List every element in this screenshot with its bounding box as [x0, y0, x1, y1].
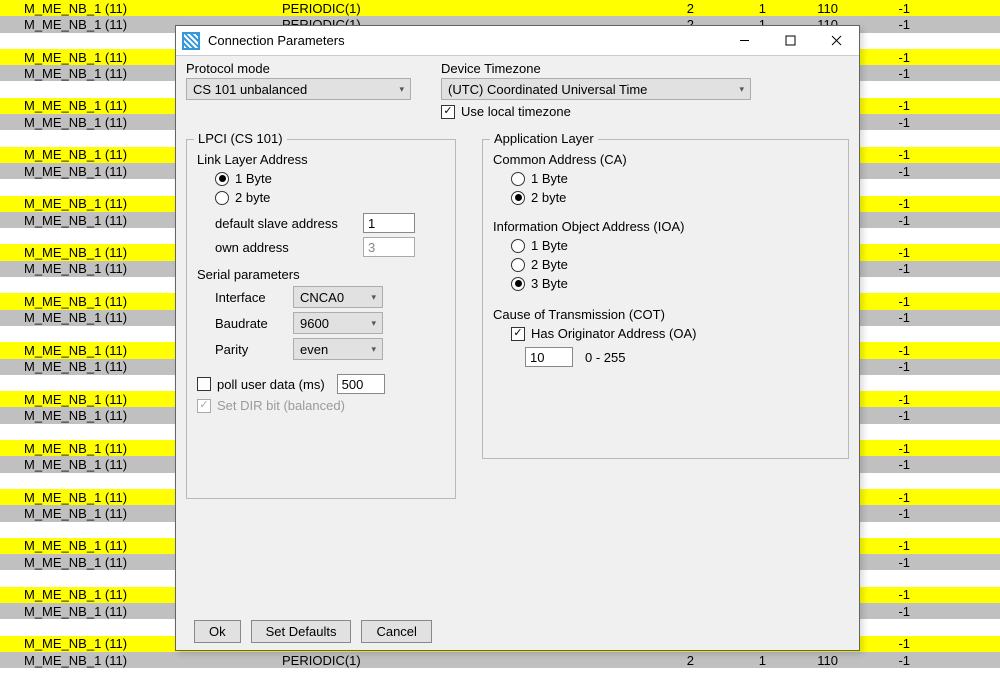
timezone-label: Device Timezone — [441, 61, 849, 76]
baudrate-label: Baudrate — [215, 316, 285, 331]
chevron-down-icon: ▾ — [371, 344, 376, 355]
set-dir-bit-label: Set DIR bit (balanced) — [217, 398, 345, 413]
set-dir-bit-checkbox — [197, 399, 211, 413]
dialog-title: Connection Parameters — [208, 33, 345, 48]
app-icon — [182, 32, 200, 50]
ca-title: Common Address (CA) — [493, 152, 838, 167]
titlebar: Connection Parameters — [176, 26, 859, 56]
ca-1byte-radio[interactable] — [511, 172, 525, 186]
own-address-input — [363, 237, 415, 257]
link-layer-2byte-label: 2 byte — [235, 190, 270, 205]
chevron-down-icon: ▾ — [399, 84, 404, 95]
ca-2byte-radio[interactable] — [511, 191, 525, 205]
dialog-footer: Ok Set Defaults Cancel — [186, 613, 849, 650]
parity-label: Parity — [215, 342, 285, 357]
link-layer-1byte-label: 1 Byte — [235, 171, 272, 186]
serial-params-title: Serial parameters — [197, 267, 445, 282]
ioa-1byte-radio[interactable] — [511, 239, 525, 253]
lpci-title: LPCI (CS 101) — [194, 131, 287, 146]
poll-user-data-checkbox[interactable] — [197, 377, 211, 391]
connection-parameters-dialog: Connection Parameters Protocol mode CS 1… — [175, 25, 860, 651]
protocol-mode-select[interactable]: CS 101 unbalanced ▾ — [186, 78, 411, 100]
baudrate-select[interactable]: 9600▾ — [293, 312, 383, 334]
ioa-3byte-radio[interactable] — [511, 277, 525, 291]
own-address-label: own address — [215, 240, 355, 255]
use-local-timezone-label: Use local timezone — [461, 104, 571, 119]
oa-value-input[interactable] — [525, 347, 573, 367]
chevron-down-icon: ▾ — [371, 292, 376, 303]
protocol-mode-label: Protocol mode — [186, 61, 411, 76]
close-icon — [831, 35, 842, 46]
chevron-down-icon: ▾ — [371, 318, 376, 329]
default-slave-input[interactable] — [363, 213, 415, 233]
table-row — [0, 668, 1000, 684]
chevron-down-icon: ▾ — [739, 84, 744, 95]
cancel-button[interactable]: Cancel — [361, 620, 431, 643]
minimize-icon — [739, 35, 750, 46]
use-local-timezone-checkbox[interactable] — [441, 105, 455, 119]
poll-user-data-input[interactable] — [337, 374, 385, 394]
app-layer-title: Application Layer — [490, 131, 598, 146]
has-oa-label: Has Originator Address (OA) — [531, 326, 696, 341]
maximize-button[interactable] — [767, 26, 813, 56]
link-layer-title: Link Layer Address — [197, 152, 445, 167]
timezone-value: (UTC) Coordinated Universal Time — [448, 82, 647, 97]
link-layer-2byte-radio[interactable] — [215, 191, 229, 205]
close-button[interactable] — [813, 26, 859, 56]
poll-user-data-label: poll user data (ms) — [217, 377, 325, 392]
timezone-select[interactable]: (UTC) Coordinated Universal Time ▾ — [441, 78, 751, 100]
ioa-title: Information Object Address (IOA) — [493, 219, 838, 234]
ok-button[interactable]: Ok — [194, 620, 241, 643]
table-row: M_ME_NB_1 (11)PERIODIC(1)21110-1 — [0, 0, 1000, 16]
link-layer-1byte-radio[interactable] — [215, 172, 229, 186]
protocol-mode-value: CS 101 unbalanced — [193, 82, 307, 97]
oa-range-label: 0 - 255 — [585, 350, 625, 365]
minimize-button[interactable] — [721, 26, 767, 56]
maximize-icon — [785, 35, 796, 46]
interface-select[interactable]: CNCA0▾ — [293, 286, 383, 308]
interface-label: Interface — [215, 290, 285, 305]
table-row: M_ME_NB_1 (11)PERIODIC(1)21110-1 — [0, 652, 1000, 668]
has-oa-checkbox[interactable] — [511, 327, 525, 341]
cot-title: Cause of Transmission (COT) — [493, 307, 838, 322]
parity-select[interactable]: even▾ — [293, 338, 383, 360]
ioa-2byte-radio[interactable] — [511, 258, 525, 272]
set-defaults-button[interactable]: Set Defaults — [251, 620, 352, 643]
default-slave-label: default slave address — [215, 216, 355, 231]
